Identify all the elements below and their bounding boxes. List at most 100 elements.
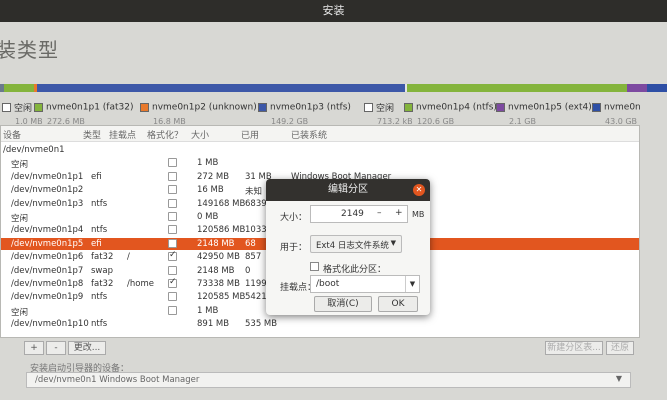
legend-swatch xyxy=(496,103,505,112)
legend-name: 空闲 xyxy=(14,104,33,114)
size-label: 大小： xyxy=(280,213,308,223)
format-checkbox[interactable] xyxy=(168,305,177,315)
partition-segment xyxy=(647,84,667,92)
table-row[interactable]: 空闲 1 MB xyxy=(1,157,639,170)
row-size: 891 MB xyxy=(197,319,230,330)
format-checkbox[interactable] xyxy=(168,277,177,288)
format-checkbox[interactable] xyxy=(168,250,177,262)
close-icon[interactable]: ✕ xyxy=(413,184,425,196)
legend-swatch xyxy=(364,103,373,112)
row-device: 空闲 xyxy=(11,214,29,224)
legend-swatch xyxy=(34,103,43,112)
row-size: 1 MB xyxy=(197,305,219,316)
add-partition-button[interactable]: + xyxy=(24,341,44,355)
row-device: /dev/nvme0n1p8 xyxy=(11,279,84,289)
header-size[interactable]: 大小 xyxy=(191,128,209,141)
plus-icon[interactable]: + xyxy=(395,208,403,218)
legend-name: nvme0n1p4 (ntfs) xyxy=(416,102,497,113)
row-type: efi xyxy=(91,171,102,182)
minus-icon[interactable]: – xyxy=(377,208,382,218)
format-checkbox[interactable] xyxy=(168,185,177,195)
boot-device-select[interactable]: /dev/nvme0n1 Windows Boot Manager ▼ xyxy=(26,372,631,388)
chevron-down-icon[interactable]: ▼ xyxy=(405,276,419,292)
use-as-select[interactable]: Ext4 日志文件系统 ▼ xyxy=(310,235,402,253)
use-as-label: 用于： xyxy=(280,243,308,253)
ok-button[interactable]: OK xyxy=(378,296,418,312)
row-mount: /home xyxy=(127,279,154,289)
table-header: 设备 类型 挂载点 格式化？ 大小 已用 已装系统 xyxy=(1,126,639,142)
chevron-down-icon: ▼ xyxy=(390,239,396,247)
remove-partition-button[interactable]: - xyxy=(46,341,66,355)
row-type: ntfs xyxy=(91,319,108,330)
mount-point-combo[interactable]: /boot ▼ xyxy=(310,275,420,293)
row-size: 120585 MB xyxy=(197,292,246,303)
row-size: 272 MB xyxy=(197,171,230,182)
header-device[interactable]: 设备 xyxy=(3,128,21,141)
row-device: /dev/nvme0n1p10 xyxy=(11,319,89,330)
row-type: fat32 xyxy=(91,252,114,263)
format-checkbox[interactable] xyxy=(168,238,177,248)
size-unit: MB xyxy=(412,210,425,219)
edit-partition-dialog: 编辑分区 ✕ 大小： 2149 – + MB 用于： Ext4 日志文件系统 ▼… xyxy=(266,179,430,315)
legend-name: nvme0n xyxy=(604,102,641,113)
header-used[interactable]: 已用 xyxy=(241,128,259,141)
partition-segment xyxy=(4,84,34,92)
legend-item: nvme0n1p5 (ext4) 2.1 GB xyxy=(496,97,592,126)
legend-item: nvme0n1p1 (fat32) 272.6 MB xyxy=(34,97,133,126)
row-size: 149168 MB xyxy=(197,198,246,209)
row-device: /dev/nvme0n1p1 xyxy=(11,171,84,182)
format-checkbox[interactable] xyxy=(168,212,177,221)
row-size: 42950 MB xyxy=(197,252,240,263)
partition-segment xyxy=(37,84,405,92)
format-partition-checkbox[interactable] xyxy=(310,262,319,271)
row-size: 16 MB xyxy=(197,185,224,196)
size-stepper[interactable]: 2149 – + xyxy=(310,205,408,223)
window-title: 安装 xyxy=(0,0,667,22)
row-used: 0 xyxy=(245,265,251,276)
format-checkbox[interactable] xyxy=(168,198,177,208)
row-mount: / xyxy=(127,252,130,263)
cancel-button[interactable]: 取消(C) xyxy=(314,296,372,312)
partition-legend: 空闲 1.0 MB nvme0n1p1 (fat32) 272.6 MB nvme0n1… xyxy=(0,97,667,126)
row-used: 未知 xyxy=(245,187,263,198)
row-used: 857 xyxy=(245,252,262,263)
format-checkbox[interactable] xyxy=(168,171,177,181)
row-size: 2148 MB xyxy=(197,238,235,249)
format-checkbox[interactable] xyxy=(168,265,177,275)
revert-button[interactable]: 还原 xyxy=(606,341,634,355)
table-row[interactable]: /dev/nvme0n1 xyxy=(1,144,639,156)
row-device: /dev/nvme0n1p3 xyxy=(11,198,84,209)
change-partition-button[interactable]: 更改... xyxy=(68,341,106,355)
size-value[interactable]: 2149 xyxy=(341,209,364,219)
row-used: 535 MB xyxy=(245,319,278,330)
page-heading: 装类型 xyxy=(0,38,59,62)
partition-bar xyxy=(0,84,667,92)
row-device: 空闲 xyxy=(11,307,29,318)
format-checkbox[interactable] xyxy=(168,225,177,235)
row-used: 1199 xyxy=(245,279,267,289)
row-device: /dev/nvme0n1p4 xyxy=(11,225,84,236)
format-partition-label: 格式化此分区： xyxy=(323,265,387,275)
boot-device-value: /dev/nvme0n1 Windows Boot Manager xyxy=(35,375,200,385)
new-partition-table-button[interactable]: 新建分区表... xyxy=(545,341,603,355)
format-checkbox[interactable] xyxy=(168,158,177,168)
format-checkbox[interactable] xyxy=(168,292,177,302)
header-system[interactable]: 已装系统 xyxy=(291,128,327,141)
mount-point-value[interactable]: /boot xyxy=(316,279,339,289)
partition-segment xyxy=(627,84,647,92)
row-device: /dev/nvme0n1p9 xyxy=(11,292,84,303)
legend-name: nvme0n1p2 (unknown) xyxy=(152,102,257,113)
chevron-down-icon: ▼ xyxy=(615,374,622,383)
header-type[interactable]: 类型 xyxy=(83,128,101,141)
row-type: swap xyxy=(91,265,113,276)
row-device: /dev/nvme0n1p2 xyxy=(11,185,84,196)
table-row[interactable]: /dev/nvme0n1p10 ntfs 891 MB 535 MB xyxy=(1,318,639,330)
legend-swatch xyxy=(140,103,149,112)
legend-item: nvme0n1p4 (ntfs) 120.6 GB xyxy=(404,97,497,126)
header-format[interactable]: 格式化？ xyxy=(147,128,183,141)
row-type: ntfs xyxy=(91,292,108,303)
partition-toolbar: + - 更改... 新建分区表... 还原 xyxy=(0,340,667,358)
row-device: /dev/nvme0n1p6 xyxy=(11,252,84,263)
partition-segment xyxy=(407,84,627,92)
header-mount[interactable]: 挂载点 xyxy=(109,128,136,141)
